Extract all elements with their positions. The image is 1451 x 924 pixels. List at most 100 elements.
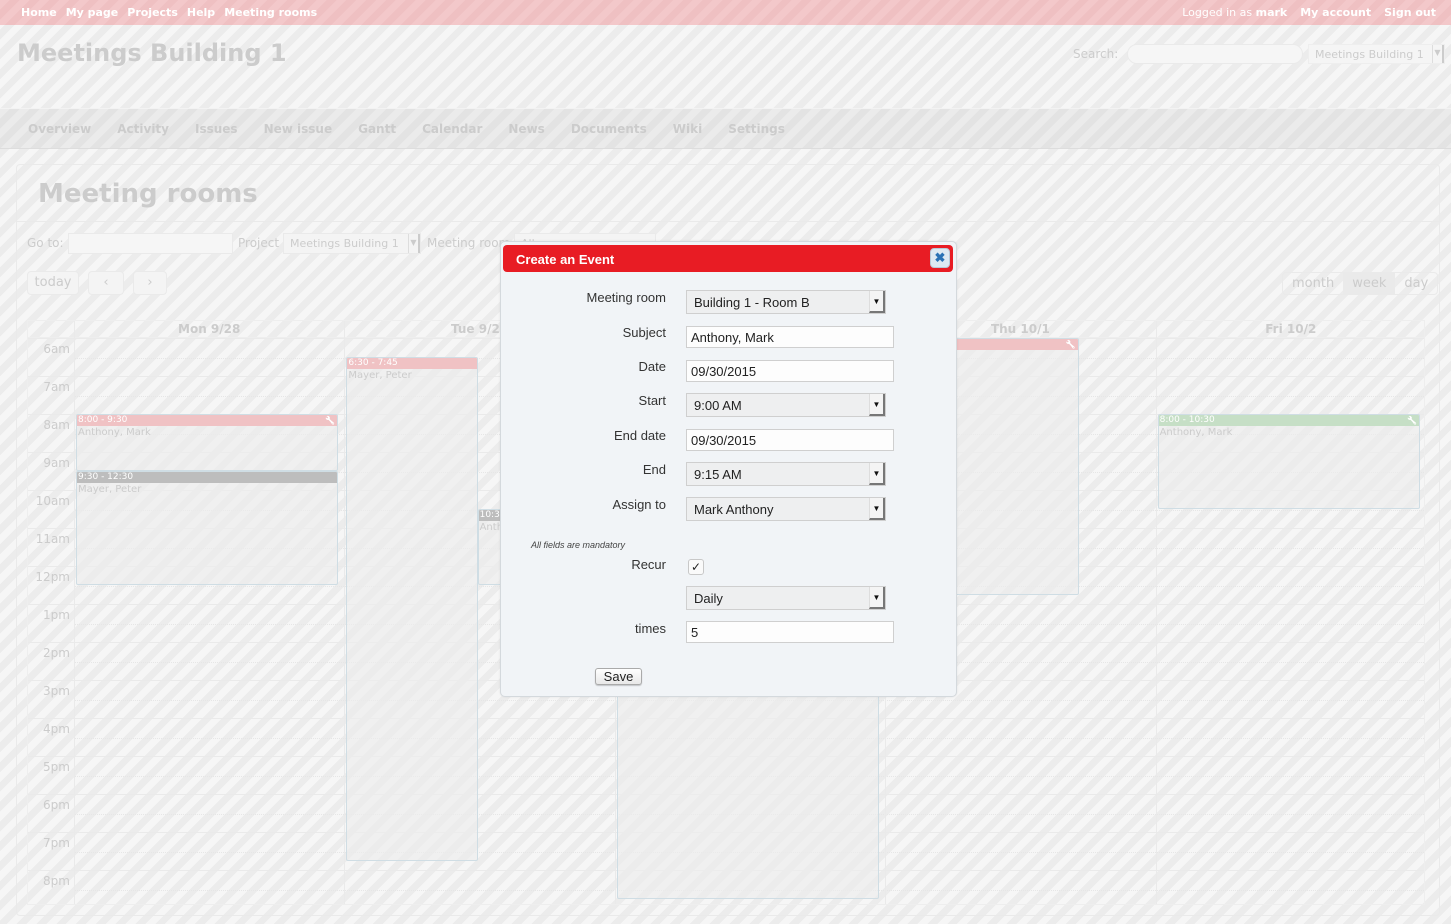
view-switch: month week day xyxy=(1282,272,1439,295)
top-menu-home[interactable]: Home xyxy=(21,6,57,19)
time-label: 12pm xyxy=(35,570,70,584)
event-time-bar: 8:00 - 10:30 🔧 xyxy=(1158,415,1419,426)
time-label: 2pm xyxy=(43,646,70,660)
time-label: 11am xyxy=(35,532,70,546)
project-title: Meetings Building 1 xyxy=(17,39,287,67)
top-menu-help[interactable]: Help xyxy=(187,6,215,19)
meeting-room-select[interactable]: Building 1 - Room B ▼ xyxy=(686,290,886,314)
save-button[interactable]: Save xyxy=(595,668,642,685)
time-label: 5pm xyxy=(43,760,70,774)
logged-in-prefix: Logged in as xyxy=(1182,6,1253,19)
goto-input[interactable] xyxy=(68,233,233,254)
times-label: times xyxy=(634,621,666,636)
project-filter-label: Project xyxy=(238,236,280,250)
goto-label: Go to: xyxy=(27,236,64,250)
sign-out-link[interactable]: Sign out xyxy=(1384,6,1436,19)
tab-calendar[interactable]: Calendar xyxy=(422,122,482,136)
end-label: End xyxy=(642,462,666,477)
event-time: 9:30 - 12:30 xyxy=(78,472,134,482)
time-label: 4pm xyxy=(43,722,70,736)
time-label: 6am xyxy=(43,342,70,356)
event-title: Anthony, Mark xyxy=(1159,427,1233,438)
tab-settings[interactable]: Settings xyxy=(728,122,785,136)
time-label: 8am xyxy=(43,418,70,432)
logged-in-user[interactable]: mark xyxy=(1256,6,1288,19)
mandatory-note: All fields are mandatory xyxy=(531,540,626,550)
tab-documents[interactable]: Documents xyxy=(571,122,647,136)
time-label: 1pm xyxy=(43,608,70,622)
day-header: Fri 10/2 xyxy=(1265,322,1317,336)
time-label: 10am xyxy=(35,494,70,508)
event-time-bar: 9:30 - 12:30 xyxy=(77,472,338,483)
event-title: Anthony, Mark xyxy=(78,427,151,438)
view-month-button[interactable]: month xyxy=(1283,273,1343,294)
subject-input[interactable]: Anthony, Mark xyxy=(686,326,894,348)
calendar-event[interactable]: 6:30 - 7:45 Mayer, Peter xyxy=(346,357,478,861)
event-title: Mayer, Peter xyxy=(78,484,142,495)
page-title: Meeting rooms xyxy=(38,179,258,209)
recur-frequency-select[interactable]: Daily ▼ xyxy=(686,586,886,610)
project-jump-select[interactable]: Meetings Building 1 ▼ xyxy=(1308,44,1445,64)
event-time: 8:00 - 10:30 xyxy=(1159,415,1215,425)
next-week-button[interactable]: › xyxy=(133,271,167,295)
wrench-icon[interactable]: 🔧 xyxy=(1407,415,1417,426)
chevron-left-icon: ‹ xyxy=(103,275,109,290)
end-time-select[interactable]: 9:15 AM ▼ xyxy=(686,462,886,486)
checkmark-icon: ✓ xyxy=(690,560,702,574)
my-account-link[interactable]: My account xyxy=(1300,6,1371,19)
create-event-dialog: Create an Event ✖ Meeting room Building … xyxy=(500,241,957,697)
recur-checkbox[interactable]: ✓ xyxy=(688,559,704,575)
top-menu-meeting-rooms[interactable]: Meeting rooms xyxy=(224,6,317,19)
time-label: 9am xyxy=(43,456,70,470)
tab-news[interactable]: News xyxy=(508,122,544,136)
search-input[interactable] xyxy=(1127,44,1303,64)
dialog-titlebar: Create an Event ✖ xyxy=(503,245,953,272)
wrench-icon[interactable]: 🔧 xyxy=(325,415,335,426)
today-button[interactable]: today xyxy=(27,271,79,295)
tab-wiki[interactable]: Wiki xyxy=(673,122,702,136)
start-time-select[interactable]: 9:00 AM ▼ xyxy=(686,393,886,417)
end-date-input[interactable]: 09/30/2015 xyxy=(686,429,894,451)
meeting-room-label: Meeting room xyxy=(586,290,666,305)
logged-in-status: Logged in as mark xyxy=(1182,6,1287,19)
project-filter-select[interactable]: Meetings Building 1 ▼ xyxy=(283,233,421,254)
recur-label: Recur xyxy=(631,557,666,572)
start-time-value: 9:00 AM xyxy=(694,398,742,413)
assign-to-value: Mark Anthony xyxy=(694,502,774,517)
close-button[interactable]: ✖ xyxy=(930,248,950,268)
chevron-down-icon: ▼ xyxy=(869,291,885,313)
chevron-down-icon: ▼ xyxy=(869,498,885,520)
date-label: Date xyxy=(638,359,666,374)
prev-week-button[interactable]: ‹ xyxy=(88,271,124,295)
tab-overview[interactable]: Overview xyxy=(28,122,91,136)
times-input[interactable]: 5 xyxy=(686,621,894,643)
wrench-icon[interactable]: 🔧 xyxy=(1066,339,1076,350)
calendar-event[interactable]: 8:00 - 9:30 🔧 Anthony, Mark xyxy=(76,414,339,471)
tab-gantt[interactable]: Gantt xyxy=(358,122,396,136)
day-column-divider xyxy=(1155,321,1157,904)
chevron-down-icon: ▼ xyxy=(408,234,420,253)
chevron-down-icon: ▼ xyxy=(869,463,885,485)
event-time-bar: 6:30 - 7:45 xyxy=(347,358,477,369)
tab-activity[interactable]: Activity xyxy=(117,122,169,136)
date-input[interactable]: 09/30/2015 xyxy=(686,360,894,382)
event-time-bar: 8:00 - 9:30 🔧 xyxy=(77,415,338,426)
calendar-event[interactable]: 9:30 - 12:30 Mayer, Peter xyxy=(76,471,339,585)
tab-new-issue[interactable]: New issue xyxy=(264,122,333,136)
top-menu: Home My page Projects Help Meeting rooms… xyxy=(0,0,1451,25)
end-date-label: End date xyxy=(613,428,666,443)
calendar-event[interactable]: 8:00 - 10:30 🔧 Anthony, Mark xyxy=(1157,414,1420,509)
event-time: 8:00 - 9:30 xyxy=(78,415,128,425)
assign-to-select[interactable]: Mark Anthony ▼ xyxy=(686,497,886,521)
assign-to-label: Assign to xyxy=(612,497,666,512)
chevron-down-icon: ▼ xyxy=(869,587,885,609)
top-menu-my-page[interactable]: My page xyxy=(66,6,119,19)
recur-frequency-value: Daily xyxy=(694,591,723,606)
view-week-button[interactable]: week xyxy=(1343,273,1396,294)
tab-issues[interactable]: Issues xyxy=(195,122,238,136)
subject-label: Subject xyxy=(622,325,666,340)
meeting-room-value: Building 1 - Room B xyxy=(694,295,810,310)
view-day-button[interactable]: day xyxy=(1395,273,1437,294)
event-title: Mayer, Peter xyxy=(348,370,412,381)
top-menu-projects[interactable]: Projects xyxy=(127,6,178,19)
